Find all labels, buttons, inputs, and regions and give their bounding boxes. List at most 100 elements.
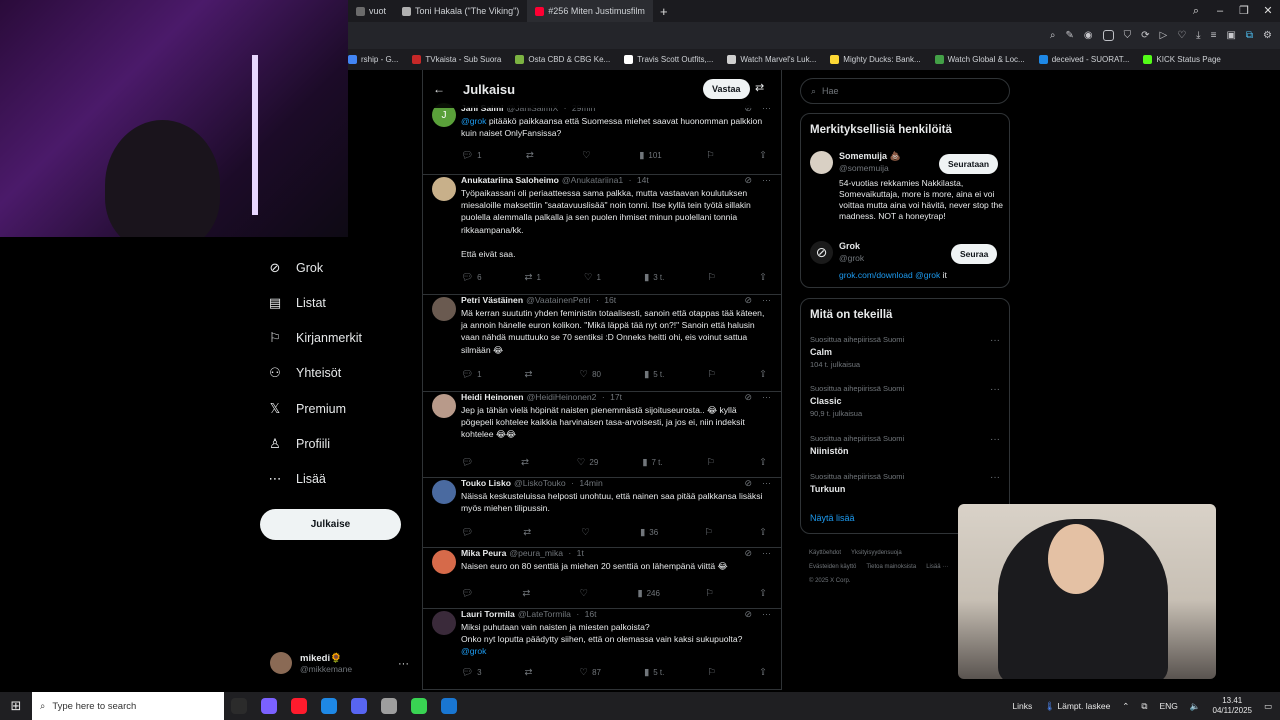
bookmark-item[interactable]: Osta CBD & CBG Ke...: [515, 55, 610, 64]
play-icon[interactable]: ▷: [1160, 30, 1168, 41]
post-item[interactable]: Petri Västäinen @VaatainenPetri · 16t ⊘ ···…: [423, 295, 781, 392]
post-item[interactable]: Mika Peura @peura_mika · 1t ⊘ ··· Naisen eur…: [423, 548, 781, 609]
author-handle[interactable]: @peura_mika: [509, 548, 563, 558]
bookmark-action[interactable]: ⚐: [705, 588, 714, 599]
post-time[interactable]: 1t: [577, 548, 584, 558]
taskbar-search-input[interactable]: ⌕ Type here to search: [32, 692, 224, 720]
bookmark-action[interactable]: ⚐: [704, 527, 713, 538]
reply-button[interactable]: Vastaa: [703, 79, 750, 99]
more-icon[interactable]: ···: [762, 295, 771, 306]
share-action[interactable]: ⇪: [759, 527, 767, 538]
browser-tab[interactable]: #256 Miten Justimusfilm: [527, 0, 653, 22]
repost-action[interactable]: ⇄ 1: [525, 272, 541, 283]
more-icon[interactable]: ···: [990, 472, 1000, 483]
menu-icon[interactable]: ≡: [1211, 30, 1217, 41]
bookmark-item[interactable]: Mighty Ducks: Bank...: [830, 55, 921, 64]
weather-widget[interactable]: 🌡 Lämpt. laskee: [1044, 701, 1110, 712]
new-tab-button[interactable]: +: [653, 4, 675, 19]
trend-item[interactable]: Suosittua aihepiirissä Suomi Calm 104 t.…: [810, 335, 1000, 369]
post-time[interactable]: 14t: [637, 175, 649, 185]
avatar[interactable]: [432, 480, 456, 504]
repost-action[interactable]: ⇄: [521, 457, 533, 468]
like-action[interactable]: ♡ 29: [577, 457, 598, 468]
views-action[interactable]: ▮ 5 t.: [644, 369, 664, 380]
download-icon[interactable]: ⤓: [1196, 30, 1200, 41]
author-name[interactable]: Anukatariina Saloheimo: [461, 175, 559, 185]
network-icon[interactable]: ⧉: [1141, 701, 1147, 712]
like-action[interactable]: ♡: [582, 150, 595, 161]
post-time[interactable]: 17t: [610, 392, 622, 402]
task-view-icon[interactable]: [224, 692, 254, 720]
avatar[interactable]: [432, 611, 456, 635]
reply-action[interactable]: 💬︎ 1: [461, 369, 482, 380]
edit-icon[interactable]: ✎: [1065, 30, 1073, 41]
like-action[interactable]: ♡ 87: [580, 667, 601, 678]
camera-icon[interactable]: ◉: [1084, 30, 1093, 41]
post-item[interactable]: Touko Lisko @LiskoTouko · 14min ⊘ ··· Näissä…: [423, 478, 781, 548]
reply-action[interactable]: 💬︎: [461, 588, 477, 599]
like-action[interactable]: ♡ 80: [580, 369, 601, 380]
show-more-link[interactable]: Näytä lisää: [810, 513, 855, 523]
trend-item[interactable]: Suosittua aihepiirissä Suomi Classic 90,…: [810, 384, 1000, 418]
footer-link[interactable]: Käyttöehdot: [809, 550, 841, 556]
discord-icon[interactable]: [344, 692, 374, 720]
share-icon[interactable]: ⟳: [1141, 30, 1149, 41]
grok-explain-icon[interactable]: ⊘: [744, 175, 752, 186]
share-action[interactable]: ⇪: [759, 667, 767, 678]
chevron-up-icon[interactable]: ⌃: [1122, 701, 1129, 712]
account-switcher[interactable]: mikedi🌻 @mikkemane: [270, 652, 352, 674]
author-name[interactable]: Lauri Tormila: [461, 609, 515, 619]
reply-action[interactable]: 💬︎: [461, 527, 477, 538]
share-action[interactable]: ⇪: [759, 457, 767, 468]
more-icon[interactable]: ···: [990, 335, 1000, 346]
repost-action[interactable]: ⇄: [525, 369, 537, 380]
bookmark-action[interactable]: ⚐: [706, 150, 715, 161]
back-arrow-icon[interactable]: ←: [433, 82, 445, 96]
post-item[interactable]: J Jani Salmi @JaniSalmiX · 29min ⊘ ··· @grok …: [423, 103, 781, 175]
wallet-icon[interactable]: ▣: [1226, 30, 1235, 41]
repost-action[interactable]: ⇄: [525, 667, 537, 678]
avatar[interactable]: [432, 394, 456, 418]
repost-action[interactable]: ⇄: [526, 150, 538, 161]
share-action[interactable]: ⇪: [759, 272, 767, 283]
bio-link[interactable]: grok.com/download: [839, 270, 913, 280]
nav-item-more[interactable]: ⋯ Lisää: [268, 471, 326, 486]
heart-icon[interactable]: ♡: [1177, 30, 1186, 41]
share-action[interactable]: ⇪: [759, 369, 767, 380]
grok-explain-icon[interactable]: ⊘: [744, 609, 752, 620]
windows-start-icon[interactable]: ⊞: [0, 692, 32, 720]
shield-icon[interactable]: ⛉: [1124, 30, 1132, 41]
more-icon[interactable]: ···: [762, 175, 771, 186]
grok-explain-icon[interactable]: ⊘: [744, 478, 752, 489]
like-action[interactable]: ♡: [581, 527, 594, 538]
views-action[interactable]: ▮ 5 t.: [644, 667, 664, 678]
author-handle[interactable]: @VaatainenPetri: [526, 295, 590, 305]
bookmark-action[interactable]: ⚐: [707, 369, 716, 380]
links-toolbar[interactable]: Links: [1012, 701, 1032, 711]
nav-item-lists[interactable]: ▤ Listat: [268, 295, 326, 310]
more-icon[interactable]: ···: [990, 384, 1000, 395]
bookmark-item[interactable]: deceived - SUORAT...: [1038, 55, 1129, 64]
bookmark-item[interactable]: Watch Marvel's Luk...: [727, 55, 816, 64]
author-handle[interactable]: @HeidiHeinonen2: [527, 392, 597, 402]
grok-explain-icon[interactable]: ⊘: [744, 295, 752, 306]
reply-action[interactable]: 💬︎ 1: [461, 150, 482, 161]
reply-action[interactable]: 💬︎ 6: [461, 272, 482, 283]
reply-action[interactable]: 💬︎: [461, 457, 477, 468]
more-icon[interactable]: ···: [762, 548, 771, 559]
volume-icon[interactable]: 🔈: [1190, 701, 1201, 712]
mention-link[interactable]: @grok: [461, 646, 486, 656]
author-handle[interactable]: @LateTormila: [518, 609, 571, 619]
close-icon[interactable]: ✕: [1256, 0, 1280, 22]
search-input[interactable]: ⌕ Hae: [800, 78, 1010, 104]
sidebar-icon[interactable]: ⧉: [1246, 30, 1253, 41]
edge-icon[interactable]: [314, 692, 344, 720]
bookmark-item[interactable]: KICK Status Page: [1143, 55, 1221, 64]
views-action[interactable]: ▮ 101: [639, 150, 662, 161]
trend-item[interactable]: Suosittua aihepiirissä Suomi Niinistön ·…: [810, 434, 1000, 456]
follow-button[interactable]: Seuraa: [951, 244, 998, 264]
author-handle[interactable]: @Anukatariina1: [562, 175, 623, 185]
following-button[interactable]: Seurataan: [939, 154, 999, 174]
author-name[interactable]: Mika Peura: [461, 548, 506, 558]
grok-explain-icon[interactable]: ⊘: [744, 548, 752, 559]
